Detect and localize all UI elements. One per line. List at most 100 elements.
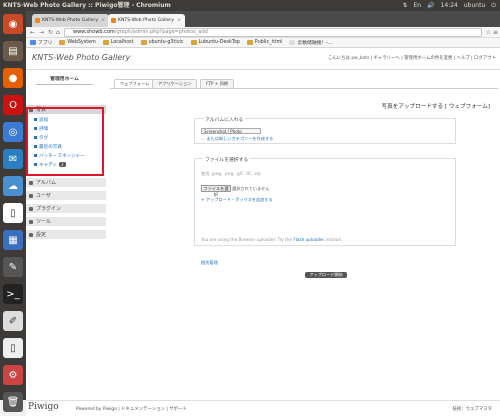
menu-label: 設定 [36, 232, 47, 238]
gallery-title[interactable]: KNTS-Web Photo Gallery [32, 53, 130, 62]
settings-icon[interactable]: ⚙ [3, 365, 23, 385]
menu-label: アルバム [36, 180, 56, 186]
tab-ftp-sync[interactable]: FTP + 同期 [200, 79, 234, 88]
tab-applications[interactable]: アプリケーション [152, 79, 198, 88]
folder-icon [102, 40, 109, 45]
bookmark-public-html[interactable]: Public_html [246, 40, 283, 45]
wrench-icon [29, 220, 33, 224]
bookmark-apps[interactable]: アプリ [30, 39, 52, 46]
tab-label: KNTS-Web Photo Gallery [42, 18, 99, 23]
firefox-icon[interactable]: ● [3, 68, 23, 88]
writer-icon[interactable]: ▯ [3, 203, 23, 223]
app-icon[interactable]: ☁ [3, 176, 23, 196]
bookmark-lubuntu[interactable]: Lubuntu-DeskTop [190, 40, 240, 45]
folder-icon [140, 40, 147, 45]
flash-uploader-link[interactable]: Flash uploader [293, 237, 324, 242]
star-icon[interactable]: ☆ [486, 27, 491, 38]
window-title: KNTS-Web Photo Gallery :: Piwigo管理 - Chr… [3, 2, 171, 9]
album-legend: アルバムに入れる [203, 116, 246, 123]
docs-icon[interactable]: ▦ [3, 230, 23, 250]
reload-icon[interactable]: ↻ [48, 27, 53, 38]
menu-icon[interactable]: ≡ [493, 27, 498, 38]
files-fieldset: ファイルを選択する 使用 .jpeg, .png, .gif, .tif, .z… [194, 156, 456, 246]
bookmark-localhost[interactable]: Localhost [102, 40, 134, 45]
bookmark-label: アプリ [38, 41, 53, 46]
menu-albums[interactable]: アルバム [26, 178, 106, 188]
power-icon[interactable]: ⏻ [491, 0, 496, 11]
header-links[interactable]: こんにちは pw_knts | ギャラリーへ | 管理用ホームの色を変更 | ヘ… [328, 55, 496, 61]
user-name[interactable]: ubuntu [464, 0, 485, 11]
menu-plugins[interactable]: プラグイン [26, 204, 106, 214]
powered-by[interactable]: Powered by Piwigo | ドキュメンテーション | サポート [76, 406, 187, 412]
album-icon [29, 181, 33, 185]
tab-strip: KNTS-Web Photo Gallery × KNTS-Web Photo … [26, 11, 500, 27]
bookmarks-bar: アプリ WebSystem Localhost ubuntu-g3tivic L… [26, 38, 500, 48]
back-icon[interactable]: ← [30, 27, 35, 38]
menu-users[interactable]: ユーザ [26, 191, 106, 201]
choose-file-button[interactable]: ファイルを選択 [201, 185, 231, 197]
upload-title: 写真をアップロードする [ ウェブフォーム] [381, 104, 490, 110]
close-tab-icon[interactable]: × [177, 14, 181, 27]
opera-icon[interactable]: O [3, 95, 23, 115]
apps-icon [30, 40, 36, 45]
address-bar[interactable]: www.showb.com/graph/admin.php?page=photo… [64, 28, 482, 37]
favicon-icon [35, 18, 40, 23]
menu-label: ユーザ [36, 193, 51, 199]
url-host: www.showb.com [73, 29, 115, 35]
folder-icon [59, 40, 66, 45]
unity-launcher: ◉ ▤ ● O ◎ ✉ ☁ ▯ ▦ ✎ >_ ✐ ▯ ⚙ 🗑 [0, 11, 26, 412]
settings-link[interactable]: 個別管理 [201, 260, 218, 266]
keyboard-icon[interactable]: En [414, 0, 422, 11]
volume-icon[interactable]: 🔊 [427, 0, 434, 11]
note-text: instead. [325, 237, 343, 242]
ubuntu-top-panel: KNTS-Web Photo Gallery :: Piwigo管理 - Chr… [0, 0, 500, 11]
footer-contact[interactable]: 技術：ウェブマスタ [452, 406, 492, 412]
text-editor-icon[interactable]: ✐ [3, 311, 23, 331]
bookmark-websystem[interactable]: WebSystem [59, 40, 96, 45]
network-icon[interactable]: ⇅ [402, 0, 407, 11]
document-icon[interactable]: ▯ [3, 338, 23, 358]
forward-icon[interactable]: → [39, 27, 44, 38]
menu-settings[interactable]: 設定 [26, 230, 106, 240]
allowed-types: 使用 .jpeg, .png, .gif, .tif, .zip [201, 171, 261, 176]
bookmark-search[interactable]: 云数储融搜！-… [289, 39, 333, 46]
album-select[interactable]: Screenshot / Photo [201, 128, 261, 134]
thunderbird-icon[interactable]: ✉ [3, 149, 23, 169]
close-tab-icon[interactable]: × [101, 14, 105, 27]
bookmark-label: WebSystem [67, 40, 96, 45]
album-fieldset: アルバムに入れる Screenshot / Photo ... または新しいカテ… [194, 116, 456, 144]
admin-home-link[interactable]: 管理用ホーム [36, 75, 93, 85]
browser-tab-1[interactable]: KNTS-Web Photo Gallery × [32, 14, 109, 27]
terminal-icon[interactable]: >_ [3, 284, 23, 304]
menu-tools[interactable]: ツール [26, 217, 106, 227]
bookmark-label: Public_html [254, 40, 283, 45]
chromium-icon[interactable]: ◎ [3, 122, 23, 142]
url-path: /graph/admin.php?page=photos_add [114, 29, 208, 35]
upload-panel: ウェブフォーム アプリケーション FTP + 同期 写真をアップロードする [ … [110, 74, 498, 374]
browser-window: KNTS-Web Photo Gallery × KNTS-Web Photo … [26, 11, 500, 416]
no-file-text: 選択されていません [232, 186, 270, 191]
files-icon[interactable]: ▤ [3, 41, 23, 61]
browser-tab-2[interactable]: KNTS-Web Photo Gallery × [108, 14, 185, 27]
folder-icon [190, 40, 197, 45]
plugin-icon [29, 207, 33, 211]
gimp-icon[interactable]: ✎ [3, 257, 23, 277]
dash-icon[interactable]: ◉ [3, 14, 23, 34]
home-icon[interactable]: ⌂ [56, 27, 60, 38]
create-album-link[interactable]: ... または新しいカテゴリーを作成する [201, 136, 273, 142]
admin-footer: Piwigo Powered by Piwigo | ドキュメンテーション | … [26, 400, 500, 416]
bookmark-label: 云数储融搜！-… [297, 41, 333, 46]
folder-icon [246, 40, 253, 45]
trash-icon[interactable]: 🗑 [3, 392, 23, 412]
piwigo-admin-page: KNTS-Web Photo Gallery こんにちは pw_knts | ギ… [26, 48, 500, 416]
toolbar: ← → ↻ ⌂ www.showb.com/graph/admin.php?pa… [26, 27, 500, 38]
piwigo-logo[interactable]: Piwigo [28, 402, 59, 412]
start-upload-button[interactable]: アップロード開始 [305, 272, 347, 278]
page-icon [289, 40, 296, 45]
add-upload-box-link[interactable]: + アップロード・ボックスを追加する [201, 197, 273, 203]
bookmark-ubuntu[interactable]: ubuntu-g3tivic [140, 40, 184, 45]
gear-icon [29, 233, 33, 237]
clock[interactable]: 14:24 [441, 0, 458, 11]
menu-label: プラグイン [36, 206, 62, 212]
bookmark-label: ubuntu-g3tivic [148, 40, 184, 45]
